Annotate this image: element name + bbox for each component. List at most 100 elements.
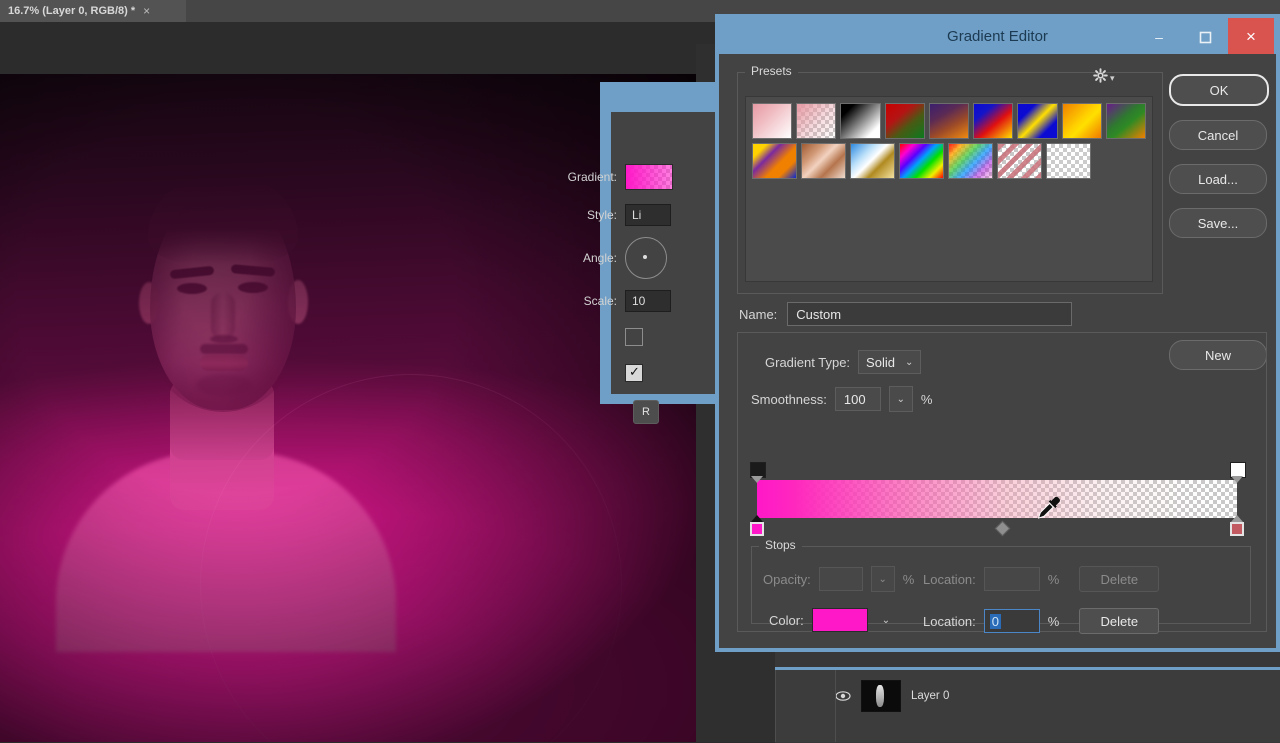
document-tab-title: 16.7% (Layer 0, RGB/8) * — [8, 5, 136, 17]
stops-title: Stops — [759, 538, 802, 552]
gradient-editor-body: Presets ▾ Name: Custom OK Cancel Load...… — [719, 54, 1276, 648]
gradient-fill-swatch-fill — [626, 165, 672, 189]
eyedropper-cursor — [1035, 495, 1061, 521]
eye-icon[interactable] — [835, 688, 851, 704]
dither-checkbox[interactable]: ✓ — [625, 364, 643, 382]
preset-swatch-transparent-rainbow[interactable] — [948, 143, 993, 179]
preset-swatch-fill — [949, 144, 992, 178]
preset-swatch-foreground-to-transparent-alt[interactable] — [1046, 143, 1091, 179]
midpoint-marker[interactable] — [994, 520, 1011, 537]
preset-swatch-yellow-violet-orange-blue[interactable] — [752, 143, 797, 179]
preset-swatch-fill — [851, 144, 894, 178]
preset-swatch-fill — [929, 104, 969, 138]
gradient-editor-titlebar[interactable]: Gradient Editor – × — [719, 18, 1276, 56]
preset-swatch-spectrum[interactable] — [899, 143, 944, 179]
gradient-fill-style-value[interactable]: Li — [625, 204, 671, 226]
presets-row — [752, 143, 1146, 179]
smoothness-row: Smoothness: 100 ⌄ % — [751, 386, 932, 412]
gradient-ramp-area[interactable] — [747, 460, 1247, 544]
color-location-input[interactable]: 0 — [983, 609, 1040, 633]
preset-swatch-fill — [802, 144, 845, 178]
close-icon[interactable]: × — [1228, 18, 1274, 56]
ok-button[interactable]: OK — [1169, 74, 1269, 106]
close-icon[interactable]: × — [143, 5, 150, 17]
color-swatch[interactable] — [811, 608, 868, 632]
chevron-down-icon: ▾ — [1110, 72, 1115, 83]
save-button[interactable]: Save... — [1169, 208, 1267, 238]
presets-title: Presets — [745, 64, 798, 78]
preset-swatch-violet-orange[interactable] — [928, 103, 970, 139]
color-stop-left-tip — [751, 515, 763, 522]
preset-swatch-fill — [841, 104, 880, 138]
opacity-delete-button: Delete — [1079, 566, 1160, 592]
gradient-editor-dialog[interactable]: Gradient Editor – × Presets ▾ Name: Cust… — [715, 14, 1280, 652]
name-row: Name: Custom — [739, 302, 1073, 326]
layer-thumbnail-shape — [876, 685, 884, 707]
presets-row — [752, 103, 1146, 139]
preset-swatch-fill — [1047, 144, 1090, 178]
chevron-down-icon: ⌄ — [878, 573, 887, 585]
smoothness-unit: % — [920, 391, 933, 407]
load-button[interactable]: Load... — [1169, 164, 1267, 194]
preset-swatch-fill — [998, 144, 1041, 178]
gradient-fill-reset-row: R — [625, 400, 659, 424]
layer-name: Layer 0 — [911, 690, 950, 702]
chevron-down-icon[interactable]: ⌄ — [882, 615, 890, 626]
color-location-label: Location: — [923, 613, 976, 629]
layers-divider — [775, 670, 776, 742]
preset-swatch-violet-green-orange[interactable] — [1105, 103, 1146, 139]
chevron-down-icon: ⌄ — [904, 356, 914, 368]
layer-thumbnail[interactable] — [861, 680, 901, 712]
presets-list[interactable] — [745, 96, 1153, 282]
preset-swatch-blue-yellow-blue[interactable] — [1017, 103, 1058, 139]
checkmark-icon: ✓ — [629, 364, 640, 379]
smoothness-dropdown-button[interactable]: ⌄ — [888, 386, 913, 412]
presets-menu-button[interactable]: ▾ — [1093, 68, 1115, 88]
color-stop-row: Color: ⌄ — [769, 608, 890, 632]
window-controls: – × — [1136, 18, 1274, 56]
preset-swatch-transparent-stripes[interactable] — [997, 143, 1042, 179]
preset-swatch-foreground-to-background[interactable] — [752, 103, 793, 139]
gradient-type-value: Solid — [866, 354, 895, 370]
opacity-dropdown-button: ⌄ — [870, 566, 895, 592]
gradient-fill-scale-label: Scale: — [583, 294, 617, 308]
gradient-fill-reverse-row — [617, 328, 643, 346]
gradient-fill-dither-row: ✓ — [617, 364, 643, 382]
gradient-type-label: Gradient Type: — [765, 354, 851, 370]
cancel-button[interactable]: Cancel — [1169, 120, 1267, 150]
color-stop-left[interactable] — [750, 522, 764, 536]
layers-panel[interactable]: Layer 0 — [775, 670, 1280, 742]
preset-swatch-foreground-to-transparent[interactable] — [796, 103, 837, 139]
preset-swatch-blue-red-yellow[interactable] — [973, 103, 1014, 139]
preset-swatch-orange-yellow-orange[interactable] — [1061, 103, 1102, 139]
preset-swatch-red-green[interactable] — [884, 103, 925, 139]
preset-swatch-chrome[interactable] — [850, 143, 895, 179]
color-delete-button[interactable]: Delete — [1079, 608, 1160, 634]
angle-dial[interactable] — [625, 237, 667, 279]
minimize-icon[interactable]: – — [1136, 18, 1182, 56]
preset-swatch-fill — [974, 104, 1013, 138]
gear-icon — [1093, 68, 1108, 88]
gradient-type-select[interactable]: Solid ⌄ — [858, 350, 922, 374]
preset-swatch-copper[interactable] — [801, 143, 846, 179]
gradient-fill-swatch[interactable] — [625, 164, 673, 190]
color-stop-right[interactable] — [1230, 522, 1244, 536]
color-location-row: Location: 0 % Delete — [923, 608, 1160, 634]
layer-row[interactable]: Layer 0 — [835, 678, 1275, 714]
preset-swatch-fill — [753, 104, 792, 138]
smoothness-input[interactable]: 100 — [834, 387, 881, 411]
maximize-icon[interactable] — [1182, 18, 1228, 56]
opacity-label: Opacity: — [763, 571, 811, 587]
reset-button[interactable]: R — [633, 400, 659, 424]
preset-swatch-fill — [753, 144, 796, 178]
name-input[interactable]: Custom — [787, 302, 1073, 326]
reverse-checkbox[interactable] — [625, 328, 643, 346]
ramp-gradient-preview — [757, 480, 1237, 518]
gradient-ramp[interactable] — [757, 480, 1237, 518]
color-location-unit: % — [1047, 613, 1060, 629]
preset-swatch-black-to-white[interactable] — [840, 103, 881, 139]
document-tab[interactable]: 16.7% (Layer 0, RGB/8) * × — [0, 0, 186, 22]
gradient-fill-gradient-row: Gradient: — [535, 164, 673, 190]
gradient-fill-scale-value[interactable]: 10 — [625, 290, 671, 312]
gradient-fill-angle-row: Angle: — [535, 237, 667, 279]
